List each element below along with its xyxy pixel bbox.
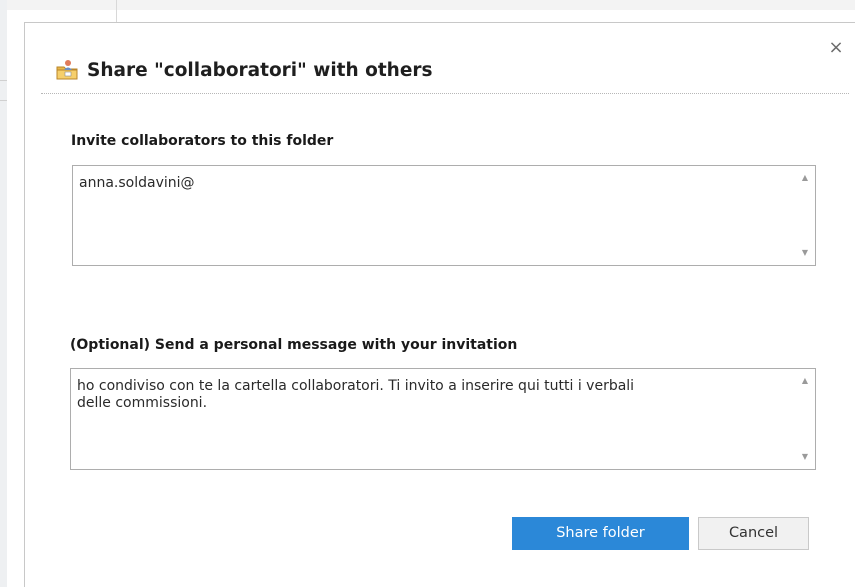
- title-separator: [41, 93, 849, 94]
- scroll-up-icon[interactable]: ▲: [795, 170, 815, 186]
- message-field-value: ho condiviso con te la cartella collabor…: [77, 378, 635, 411]
- background-line: [0, 80, 7, 81]
- dialog-header: Share "collaboratori" with others: [55, 57, 433, 83]
- message-field[interactable]: ho condiviso con te la cartella collabor…: [70, 368, 816, 470]
- scroll-up-icon[interactable]: ▲: [795, 373, 815, 389]
- message-label: (Optional) Send a personal message with …: [70, 337, 518, 353]
- screen: × Share "collaboratori" with others Invi…: [0, 0, 855, 587]
- close-icon: ×: [828, 37, 844, 58]
- invite-field-value: anna.soldavini@: [79, 175, 195, 191]
- scroll-down-icon[interactable]: ▼: [795, 449, 815, 465]
- share-dialog: × Share "collaboratori" with others Invi…: [24, 22, 855, 587]
- invite-scrollbar[interactable]: ▲ ▼: [795, 166, 815, 265]
- background-line: [0, 100, 7, 101]
- cancel-button[interactable]: Cancel: [698, 517, 809, 550]
- message-scrollbar[interactable]: ▲ ▼: [795, 369, 815, 469]
- scroll-down-icon[interactable]: ▼: [795, 245, 815, 261]
- invite-label: Invite collaborators to this folder: [71, 133, 334, 149]
- background-app-top: [0, 0, 855, 10]
- dialog-title: Share "collaboratori" with others: [87, 59, 433, 81]
- background-divider: [116, 0, 117, 22]
- share-folder-icon: [56, 60, 78, 80]
- close-button[interactable]: ×: [825, 37, 847, 59]
- background-app-left: [0, 0, 7, 587]
- share-folder-button[interactable]: Share folder: [512, 517, 689, 550]
- invite-field[interactable]: anna.soldavini@ ▲ ▼: [72, 165, 816, 266]
